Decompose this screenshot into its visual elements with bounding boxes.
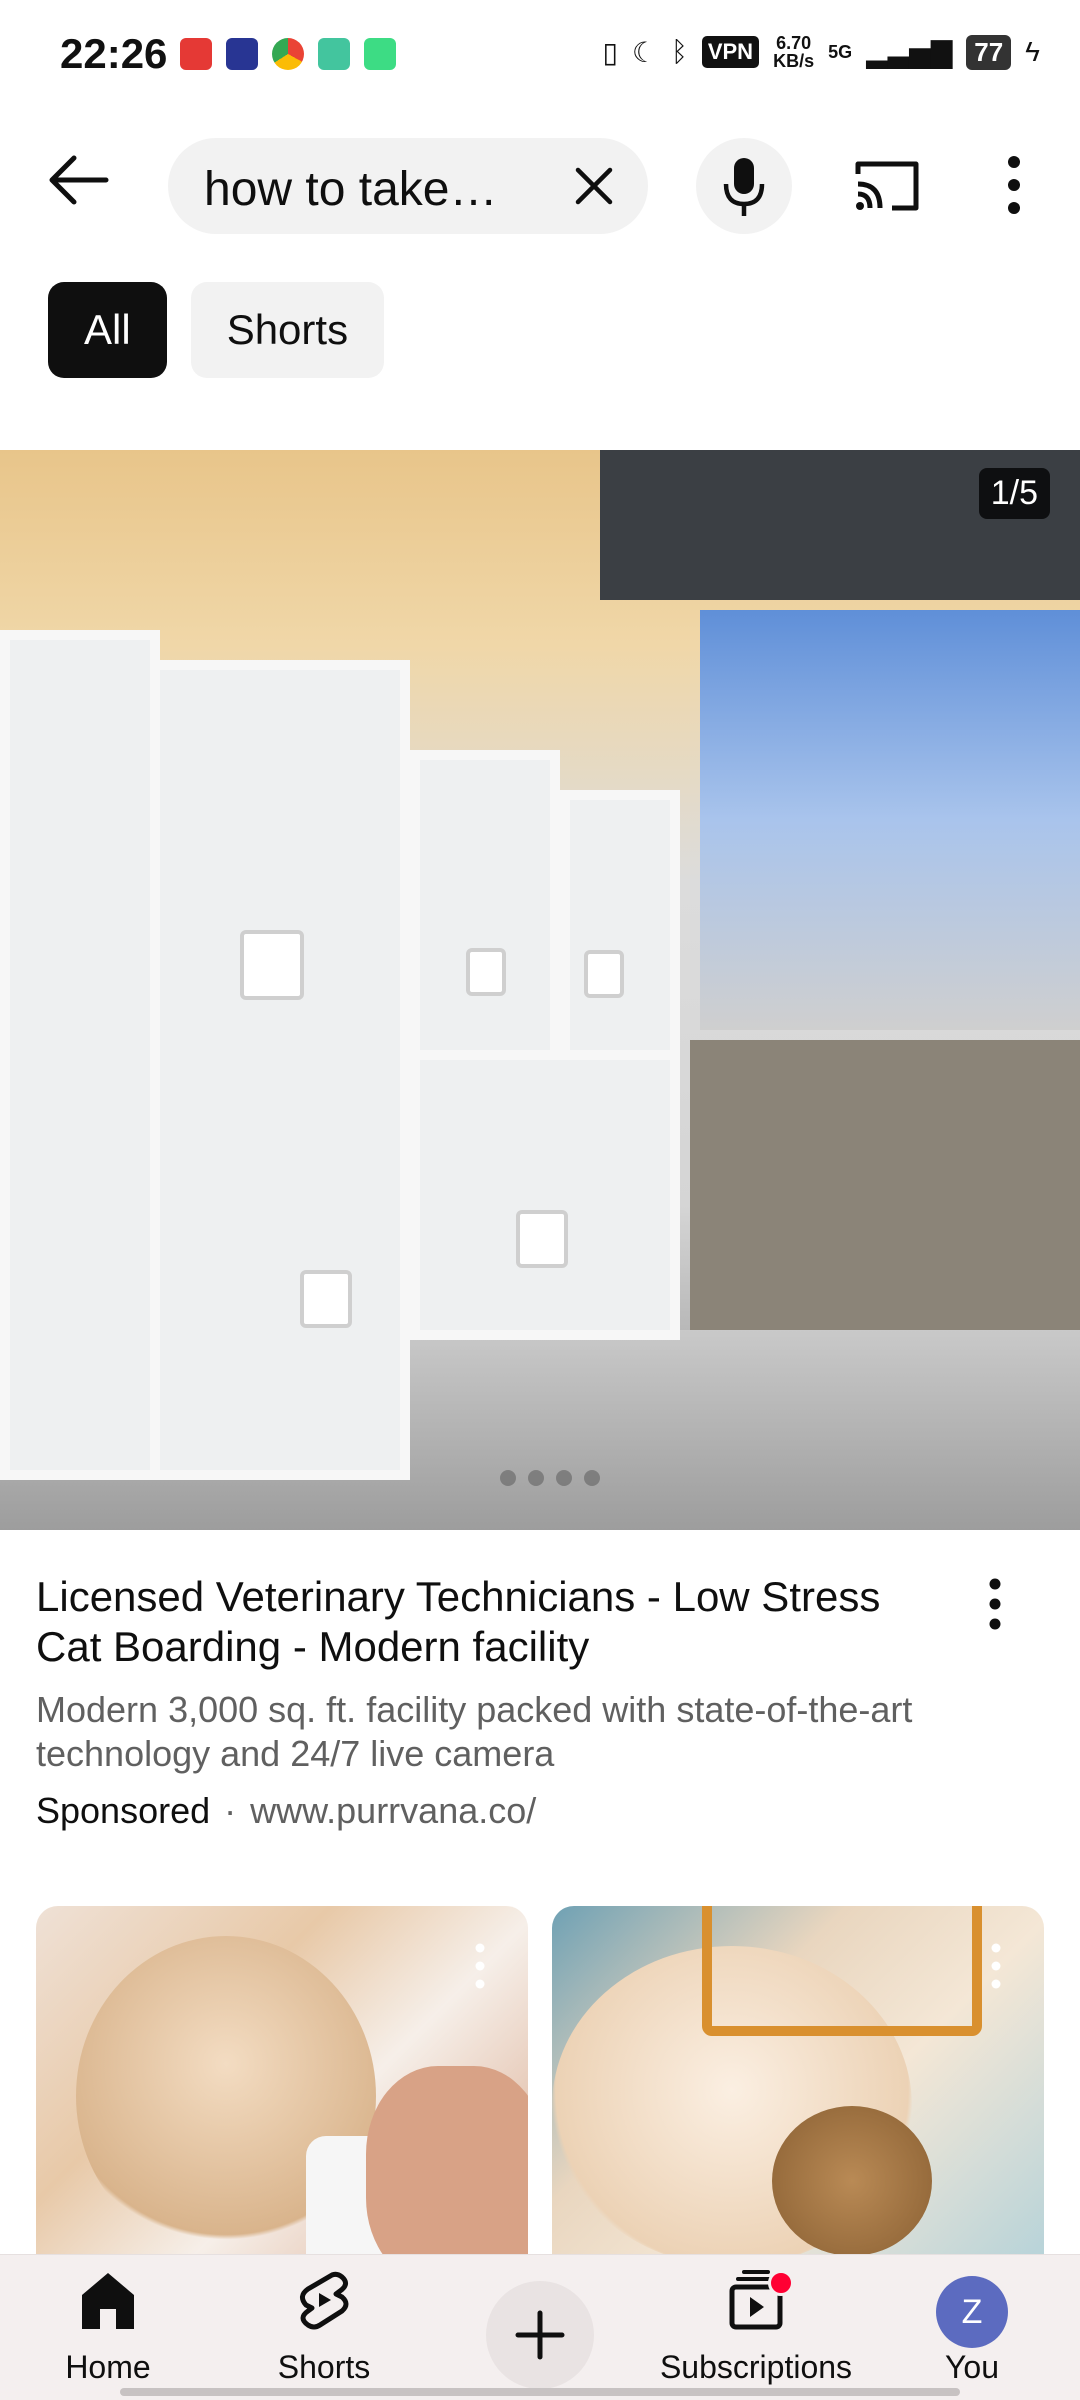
short-thumbnail[interactable] (36, 1906, 528, 2260)
bottom-navigation: Home Shorts Subscriptions You (0, 2254, 1080, 2400)
notification-dot (768, 2270, 794, 2296)
net-speed: 6.70 KB/s (773, 33, 815, 71)
carousel-dots (500, 1470, 600, 1486)
nav-home-label: Home (65, 2349, 151, 2385)
cast-button[interactable] (852, 156, 922, 216)
ad-image-window (700, 610, 1080, 1030)
vibrate-icon: ▯ (602, 36, 618, 68)
ad-image-cat-door (466, 948, 506, 996)
sponsored-label: Sponsored (36, 1790, 211, 1831)
status-bar: 22:26 ▯ ☾ ᛒ VPN 6.70 KB/s 5G ▂▃▅▇ 77 ϟ (0, 0, 1080, 110)
nav-subscriptions[interactable]: Subscriptions (656, 2269, 856, 2389)
nav-shorts[interactable]: Shorts (224, 2269, 424, 2389)
ad-more-button[interactable] (980, 1576, 1010, 1632)
chip-all[interactable]: All (48, 282, 167, 378)
vpn-badge: VPN (701, 36, 760, 68)
more-vert-icon[interactable] (990, 1942, 1002, 1990)
ad-meta: Sponsored · www.purrvana.co/ (36, 1790, 536, 1832)
network-type: 5G (828, 41, 853, 62)
status-right: ▯ ☾ ᛒ VPN 6.70 KB/s 5G ▂▃▅▇ 77 ϟ (602, 34, 1040, 70)
chip-shorts[interactable]: Shorts (190, 282, 385, 378)
home-icon (82, 2273, 134, 2329)
meta-separator: · (224, 1790, 237, 1831)
nav-home[interactable]: Home (8, 2269, 208, 2389)
ad-image-cat-door (584, 950, 624, 998)
number-blocks-image (702, 1906, 982, 2036)
more-vert-icon (989, 1578, 1001, 1630)
more-vert-icon[interactable] (474, 1942, 486, 1990)
brush-image (772, 2106, 932, 2256)
search-query[interactable]: how to take… (204, 162, 524, 217)
ad-title[interactable]: Licensed Veterinary Technicians - Low St… (36, 1572, 936, 1672)
voice-search-button[interactable] (696, 138, 792, 234)
app-notification-icon (364, 38, 396, 70)
arrow-left-icon (49, 155, 109, 205)
ad-image-cabinet (150, 660, 410, 1480)
ad-description: Modern 3,000 sq. ft. facility packed wit… (36, 1689, 913, 1774)
back-button[interactable] (44, 150, 124, 220)
ad-image-carousel[interactable]: 1/5 (0, 450, 1080, 1530)
carousel-dot (556, 1470, 572, 1486)
shorts-icon (300, 2271, 349, 2330)
avatar[interactable]: Z (936, 2276, 1008, 2348)
ad-url[interactable]: www.purrvana.co/ (250, 1790, 536, 1832)
clear-search-button[interactable] (568, 160, 620, 212)
close-icon (575, 167, 613, 205)
plus-icon (515, 2310, 565, 2360)
ad-image-cat-door (240, 930, 304, 1000)
status-time: 22:26 (60, 30, 168, 77)
search-header: how to take… (0, 130, 1080, 240)
carousel-dot (528, 1470, 544, 1486)
battery-level: 77 (966, 34, 1012, 70)
nav-subscriptions-label: Subscriptions (659, 2349, 853, 2385)
moon-icon: ☾ (631, 36, 658, 68)
ad-image-cabinet (0, 630, 160, 1480)
chrome-icon (272, 38, 304, 70)
carousel-dot (584, 1470, 600, 1486)
nav-you-label: You (945, 2349, 999, 2385)
search-box[interactable]: how to take… (168, 138, 648, 234)
carousel-counter: 1/5 (978, 468, 1050, 519)
hand-image (366, 2066, 528, 2260)
create-button[interactable] (486, 2281, 594, 2389)
app-notification-icon (180, 38, 212, 70)
nav-shorts-label: Shorts (277, 2349, 371, 2385)
ad-image-cabinet (410, 1050, 680, 1340)
signal-icon: ▂▃▅▇ (866, 36, 953, 68)
app-notification-icon (226, 38, 258, 70)
ad-image-cat-door (516, 1210, 568, 1268)
bluetooth-icon: ᛒ (671, 36, 688, 67)
cast-icon (855, 161, 919, 211)
carousel-dot (500, 1470, 516, 1486)
microphone-icon (723, 158, 765, 216)
more-vert-icon (1008, 156, 1020, 214)
more-options-button[interactable] (994, 152, 1034, 218)
app-notification-icon (318, 38, 350, 70)
charging-icon: ϟ (1025, 36, 1040, 67)
ad-image-cat-door (300, 1270, 352, 1328)
short-thumbnail[interactable] (552, 1906, 1044, 2260)
home-indicator[interactable] (120, 2388, 960, 2396)
filter-chips: All Shorts (48, 282, 385, 378)
notification-icons (180, 38, 396, 70)
